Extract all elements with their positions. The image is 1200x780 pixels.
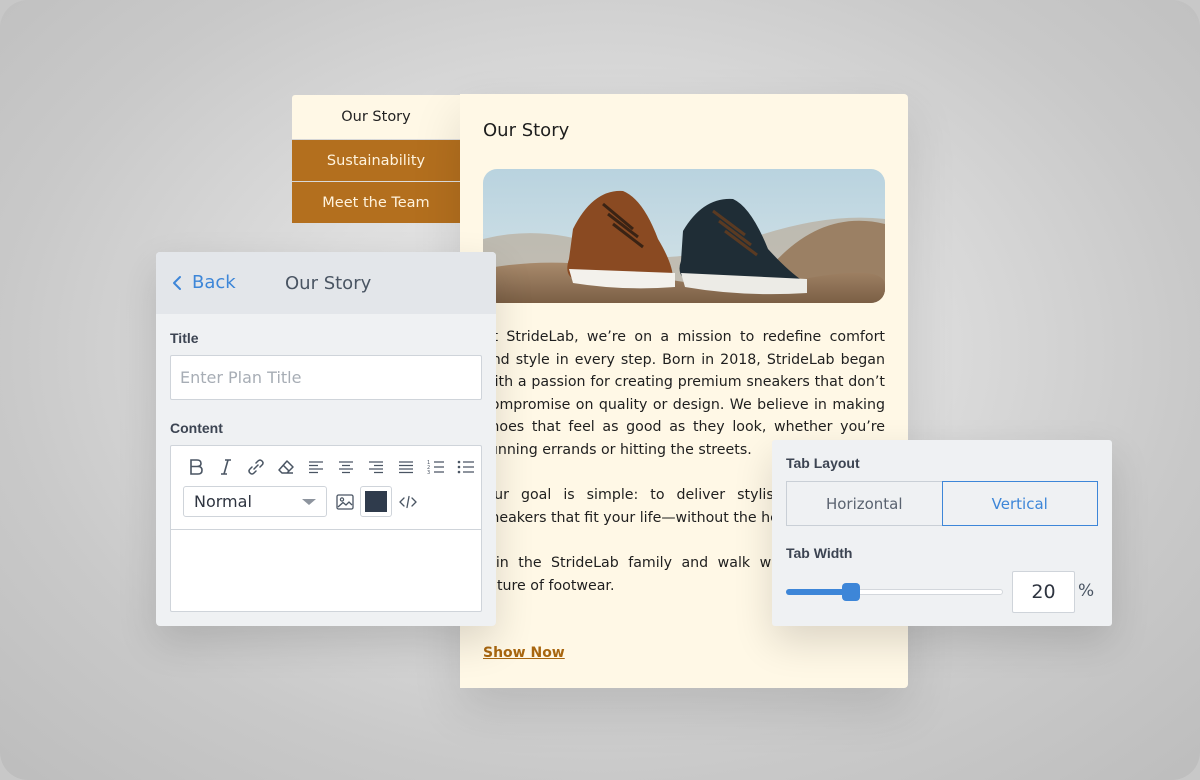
align-left-button[interactable]: [301, 456, 331, 478]
back-button[interactable]: Back: [172, 272, 236, 293]
tab-width-input[interactable]: 20: [1012, 571, 1075, 613]
back-label: Back: [192, 272, 236, 293]
tab-sustainability[interactable]: Sustainability: [292, 140, 460, 181]
insert-image-button[interactable]: [333, 490, 357, 514]
tab-our-story[interactable]: Our Story: [292, 95, 460, 139]
layout-horizontal-option[interactable]: Horizontal: [786, 481, 942, 526]
editor-title: Our Story: [285, 273, 372, 294]
tab-width-unit: %: [1078, 581, 1095, 601]
svg-text:3: 3: [427, 470, 430, 475]
tab-settings-panel: Tab Layout Horizontal Vertical Tab Width…: [772, 440, 1112, 626]
align-justify-icon: [399, 461, 413, 474]
eraser-icon: [278, 460, 294, 474]
link-icon: [248, 459, 264, 475]
editor-text-area[interactable]: [171, 530, 481, 611]
tab-label: Sustainability: [326, 152, 426, 169]
tab-layout-label: Tab Layout: [786, 455, 860, 471]
editor-header: Back Our Story: [156, 252, 496, 314]
bold-button[interactable]: [181, 456, 211, 478]
hero-image: [483, 169, 885, 303]
slider-thumb[interactable]: [842, 583, 860, 601]
italic-icon: [221, 459, 231, 475]
align-left-icon: [309, 461, 323, 474]
text-style-select[interactable]: Normal: [183, 486, 327, 517]
tab-label: Meet the Team: [322, 194, 430, 211]
title-label: Title: [170, 330, 199, 346]
align-center-button[interactable]: [331, 456, 361, 478]
image-icon: [336, 493, 354, 510]
tab-width-value: 20: [1031, 581, 1056, 603]
title-input[interactable]: [170, 355, 482, 400]
bullet-list-icon: [457, 460, 474, 474]
chevron-down-icon: [302, 498, 316, 505]
ordered-list-button[interactable]: 123: [421, 456, 451, 478]
tab-width-label: Tab Width: [786, 545, 853, 561]
align-right-button[interactable]: [361, 456, 391, 478]
rich-text-editor: 123 Normal: [170, 445, 482, 612]
content-editor-panel: Back Our Story Title Content: [156, 252, 496, 626]
content-title: Our Story: [483, 120, 570, 141]
bold-icon: [190, 459, 203, 475]
color-swatch: [365, 491, 387, 512]
code-icon: [399, 495, 417, 508]
content-label: Content: [170, 420, 223, 436]
bullet-list-button[interactable]: [451, 456, 481, 478]
canvas: Our Story Sustainability Meet the Team O…: [0, 0, 1200, 780]
text-style-value: Normal: [194, 492, 252, 511]
ordered-list-icon: 123: [427, 460, 444, 475]
layout-vertical-option[interactable]: Vertical: [941, 481, 1098, 526]
italic-button[interactable]: [211, 456, 241, 478]
align-right-icon: [369, 461, 383, 474]
editor-toolbar: 123 Normal: [171, 446, 481, 530]
tab-meet-the-team[interactable]: Meet the Team: [292, 182, 460, 223]
clear-format-button[interactable]: [271, 456, 301, 478]
tab-width-slider[interactable]: [786, 583, 1003, 601]
text-color-button[interactable]: [360, 486, 392, 517]
link-button[interactable]: [241, 456, 271, 478]
tab-layout-toggle: Horizontal Vertical: [786, 481, 1098, 526]
tab-label: Our Story: [341, 109, 411, 125]
show-now-link[interactable]: Show Now: [483, 645, 565, 661]
sneakers-photo: [483, 169, 885, 303]
align-center-icon: [339, 461, 353, 474]
chevron-left-icon: [173, 275, 181, 290]
align-justify-button[interactable]: [391, 456, 421, 478]
code-view-button[interactable]: [398, 490, 418, 514]
